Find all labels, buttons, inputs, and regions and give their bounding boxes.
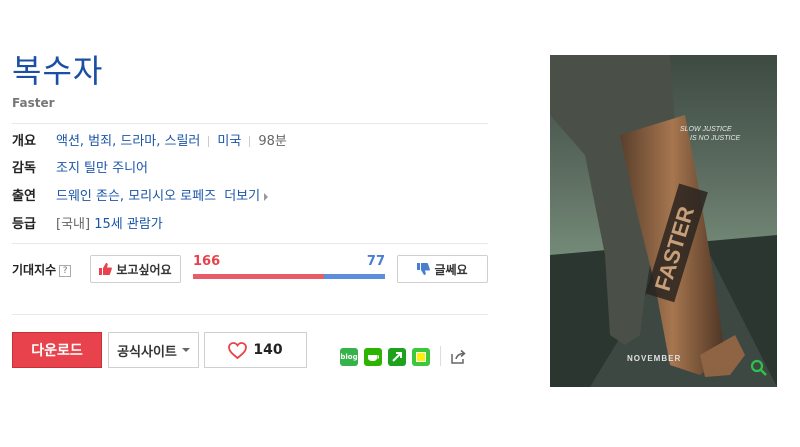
rating-link[interactable]: 15세 관람가: [94, 217, 163, 232]
movie-title: 복수자: [12, 52, 104, 90]
cafe-share-icon[interactable]: [364, 348, 382, 366]
official-site-label: 공식사이트: [117, 344, 177, 360]
like-ratio-fill: [193, 274, 324, 279]
director-link[interactable]: 조지 틸만 주니어: [56, 161, 148, 176]
ratio-track: [193, 274, 385, 279]
dislike-count: 77: [366, 254, 385, 269]
country-link[interactable]: 미국: [217, 134, 241, 149]
like-button[interactable]: 140: [204, 332, 307, 368]
overview-row: 개요 액션, 범죄, 드라마, 스릴러 미국 98분: [12, 133, 287, 151]
expectation-label-text: 기대지수: [12, 263, 57, 277]
download-button[interactable]: 다운로드: [12, 332, 102, 368]
dislike-ratio-fill: [324, 274, 385, 279]
want-to-see-label: 보고싶어요: [116, 262, 172, 277]
official-site-button[interactable]: 공식사이트: [108, 332, 199, 368]
memo-share-icon[interactable]: [412, 348, 430, 366]
not-sure-label: 글쎄요: [434, 262, 468, 277]
chevron-down-icon: [181, 348, 190, 352]
more-arrow-icon: [264, 192, 269, 201]
blog-share-icon[interactable]: blog: [340, 348, 358, 366]
like-button-count: 140: [253, 342, 283, 358]
bookmark-share-icon[interactable]: [388, 348, 406, 366]
poster-tagline-1: SLOW JUSTICE: [680, 126, 732, 133]
expectation-label: 기대지수?: [12, 261, 72, 278]
thumbs-down-icon: [417, 263, 431, 275]
separator: [249, 136, 251, 147]
not-sure-button[interactable]: 글쎄요: [397, 255, 488, 283]
poster-image: FASTER SLOW JUSTICE IS NO JUSTICE NOVEMB…: [550, 55, 777, 387]
cast-more-link[interactable]: 더보기: [224, 189, 260, 204]
zoom-search-icon[interactable]: [750, 359, 768, 377]
want-to-see-button[interactable]: 보고싶어요: [90, 255, 181, 283]
share-icon[interactable]: [449, 348, 467, 366]
runtime: 98분: [258, 134, 287, 149]
director-label: 감독: [12, 161, 36, 176]
rating-row: 등급 [국내] 15세 관람가: [12, 216, 163, 234]
poster-release: NOVEMBER: [627, 354, 681, 363]
overview-label: 개요: [12, 134, 36, 149]
rating-label: 등급: [12, 217, 36, 232]
director-row: 감독 조지 틸만 주니어: [12, 160, 148, 178]
cast-label: 출연: [12, 189, 36, 204]
rating-region: [국내]: [56, 217, 91, 232]
like-count: 166: [193, 254, 221, 269]
divider: [12, 243, 488, 244]
cast-row: 출연 드웨인 존슨, 모리시오 로페즈 더보기: [12, 188, 269, 206]
movie-original-title: Faster: [12, 96, 55, 110]
help-icon[interactable]: ?: [59, 264, 72, 277]
genre-links[interactable]: 액션, 범죄, 드라마, 스릴러: [56, 134, 200, 149]
thumbs-up-icon: [99, 263, 113, 275]
poster-tagline-2: IS NO JUSTICE: [690, 135, 741, 142]
divider: [12, 123, 488, 124]
heart-icon: [228, 341, 248, 359]
separator: [208, 136, 210, 147]
separator: [440, 346, 441, 366]
cast-links[interactable]: 드웨인 존슨, 모리시오 로페즈: [56, 189, 216, 204]
expectation-bar: 166 77: [193, 254, 385, 284]
divider: [12, 314, 488, 315]
movie-poster[interactable]: FASTER SLOW JUSTICE IS NO JUSTICE NOVEMB…: [550, 55, 777, 387]
